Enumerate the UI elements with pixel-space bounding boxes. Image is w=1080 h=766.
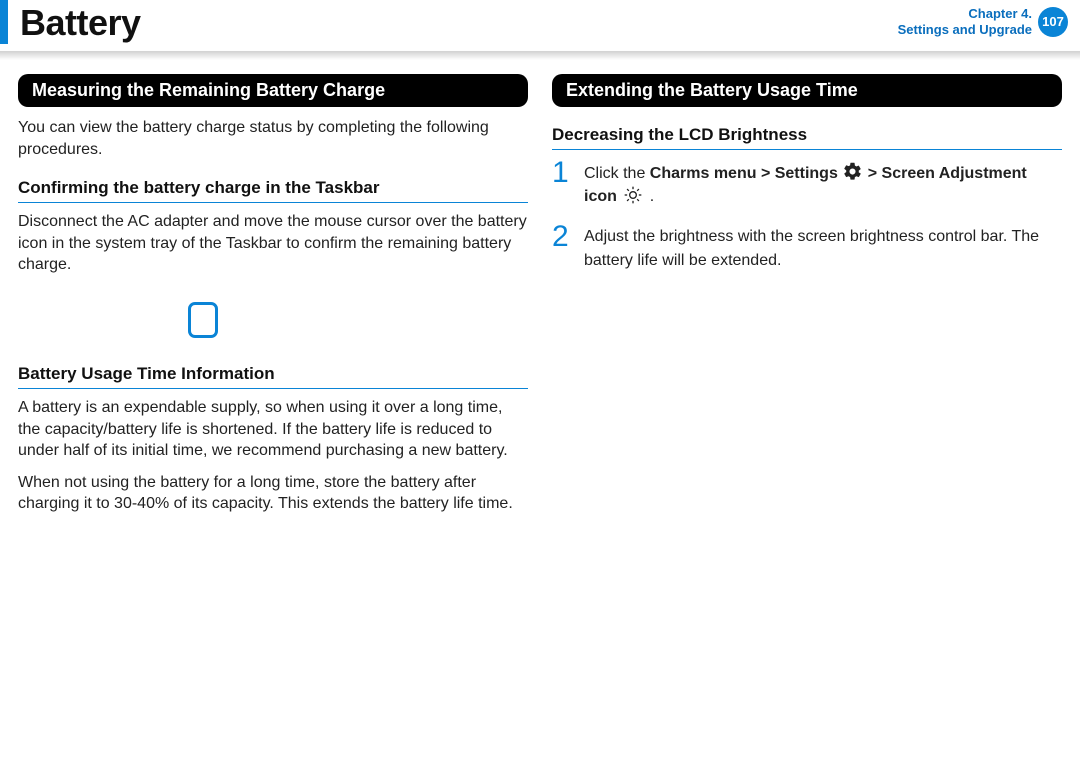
usage-info-body-2: When not using the battery for a long ti… xyxy=(18,472,528,515)
chapter-line-1: Chapter 4. xyxy=(898,6,1032,22)
brightness-icon xyxy=(621,185,645,205)
step1-text-end: . xyxy=(645,188,654,205)
step1-text-b: Charms menu > Settings xyxy=(650,165,838,182)
section-heading-extending: Extending the Battery Usage Time xyxy=(552,74,1062,107)
battery-tooltip-placeholder-icon xyxy=(188,302,218,338)
left-column: Measuring the Remaining Battery Charge Y… xyxy=(18,74,528,533)
chapter-text: Chapter 4. Settings and Upgrade xyxy=(898,6,1032,37)
accent-bar xyxy=(0,0,8,44)
right-column: Extending the Battery Usage Time Decreas… xyxy=(552,74,1062,533)
step-1: 1 Click the Charms menu > Settings > Scr… xyxy=(552,158,1062,208)
usage-info-body-1: A battery is an expendable supply, so wh… xyxy=(18,397,528,462)
page-title: Battery xyxy=(20,2,141,44)
section-heading-measuring: Measuring the Remaining Battery Charge xyxy=(18,74,528,107)
step-2-body: Adjust the brightness with the screen br… xyxy=(584,222,1062,271)
taskbar-body: Disconnect the AC adapter and move the m… xyxy=(18,211,528,276)
subheading-usage-info: Battery Usage Time Information xyxy=(18,364,528,389)
content-columns: Measuring the Remaining Battery Charge Y… xyxy=(0,60,1080,533)
intro-text: You can view the battery charge status b… xyxy=(18,117,528,160)
page-header: Battery Chapter 4. Settings and Upgrade … xyxy=(0,0,1080,44)
page-number-badge: 107 xyxy=(1038,7,1068,37)
header-shadow xyxy=(0,50,1080,60)
step-2: 2 Adjust the brightness with the screen … xyxy=(552,222,1062,271)
subheading-brightness: Decreasing the LCD Brightness xyxy=(552,125,1062,150)
settings-gear-icon xyxy=(842,161,863,182)
subheading-taskbar: Confirming the battery charge in the Tas… xyxy=(18,178,528,203)
chapter-block: Chapter 4. Settings and Upgrade 107 xyxy=(898,2,1068,37)
chapter-line-2: Settings and Upgrade xyxy=(898,22,1032,38)
step-number-1: 1 xyxy=(552,158,574,208)
step-1-body: Click the Charms menu > Settings > Scree… xyxy=(584,158,1062,208)
step-number-2: 2 xyxy=(552,222,574,271)
step1-text-a: Click the xyxy=(584,165,650,182)
